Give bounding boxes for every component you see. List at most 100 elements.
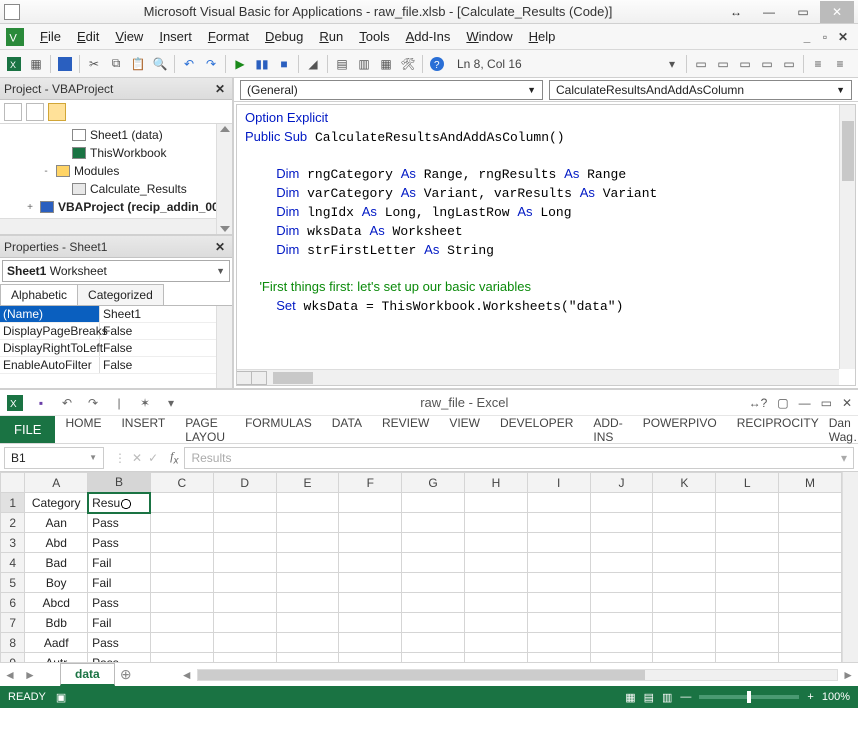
properties-scrollbar-vertical[interactable] — [216, 306, 232, 388]
code-scrollbar-horizontal[interactable] — [237, 369, 839, 385]
cell[interactable] — [213, 653, 276, 663]
ribbon-tab-formulas[interactable]: FORMULAS — [235, 410, 322, 450]
cell[interactable] — [716, 613, 779, 633]
normal-view-icon[interactable]: ▦ — [625, 691, 635, 704]
tree-scrollbar-vertical[interactable] — [216, 124, 232, 234]
cell[interactable] — [653, 633, 716, 653]
tree-expand-icon[interactable]: - — [40, 166, 52, 177]
cancel-icon[interactable]: ✕ — [132, 451, 142, 465]
cell[interactable] — [276, 533, 339, 553]
cell[interactable] — [339, 493, 402, 513]
cell[interactable] — [276, 613, 339, 633]
cell[interactable] — [779, 633, 842, 653]
cell[interactable] — [339, 613, 402, 633]
cell[interactable] — [716, 573, 779, 593]
cell[interactable] — [527, 553, 590, 573]
ribbon-tab-developer[interactable]: DEVELOPER — [490, 410, 583, 450]
cell[interactable]: Bad — [25, 553, 88, 573]
cell[interactable] — [213, 593, 276, 613]
new-sheet-icon[interactable]: ⊕ — [115, 666, 137, 683]
cell[interactable] — [339, 633, 402, 653]
cell[interactable] — [465, 513, 528, 533]
tree-item[interactable]: Calculate_Results — [0, 180, 232, 198]
view-excel-icon[interactable]: X — [4, 54, 24, 74]
cell[interactable] — [527, 533, 590, 553]
cell[interactable] — [590, 533, 653, 553]
cell[interactable] — [779, 573, 842, 593]
sheet-tab-data[interactable]: data — [60, 663, 115, 686]
row-header[interactable]: 3 — [1, 533, 25, 553]
row-header[interactable]: 6 — [1, 593, 25, 613]
property-value[interactable]: False — [100, 357, 232, 373]
enter-icon[interactable]: ✓ — [148, 451, 158, 465]
ribbon-tab-data[interactable]: DATA — [322, 410, 372, 450]
cell[interactable] — [465, 593, 528, 613]
zoom-slider[interactable] — [699, 695, 799, 699]
cell[interactable] — [653, 513, 716, 533]
cell[interactable]: Autr — [25, 653, 88, 663]
property-row[interactable]: DisplayPageBreaksFalse — [0, 323, 232, 340]
cell[interactable] — [527, 493, 590, 513]
menu-view[interactable]: View — [107, 27, 151, 46]
cell[interactable] — [213, 553, 276, 573]
maximize-button[interactable]: ▭ — [786, 1, 820, 23]
cell[interactable] — [402, 553, 465, 573]
row-header[interactable]: 2 — [1, 513, 25, 533]
cell[interactable] — [779, 533, 842, 553]
file-tab[interactable]: FILE — [0, 416, 55, 443]
menu-window[interactable]: Window — [458, 27, 520, 46]
cell[interactable] — [465, 533, 528, 553]
cell[interactable] — [527, 573, 590, 593]
cell[interactable]: Abcd — [25, 593, 88, 613]
ribbon-tab-powerpivo[interactable]: POWERPIVO — [633, 410, 727, 450]
cell[interactable] — [716, 533, 779, 553]
object-combo[interactable]: (General)▼ — [240, 80, 543, 100]
column-header[interactable]: J — [590, 473, 653, 493]
cell[interactable] — [150, 513, 213, 533]
toolbox-icon[interactable]: 🛠 — [398, 54, 418, 74]
column-header[interactable]: E — [276, 473, 339, 493]
cell[interactable]: Pass — [88, 533, 151, 553]
copy-icon[interactable]: ⧉ — [106, 54, 126, 74]
tree-item[interactable]: Sheet1 (data) — [0, 126, 232, 144]
cell[interactable] — [653, 493, 716, 513]
cell[interactable] — [590, 653, 653, 663]
cell[interactable] — [402, 633, 465, 653]
cell[interactable] — [465, 633, 528, 653]
tb-extra-4-icon[interactable]: ▭ — [757, 54, 777, 74]
redo-icon[interactable]: ↷ — [201, 54, 221, 74]
column-header[interactable]: D — [213, 473, 276, 493]
column-header[interactable]: G — [402, 473, 465, 493]
property-value[interactable]: False — [100, 340, 232, 356]
cell[interactable] — [716, 513, 779, 533]
cell[interactable] — [150, 613, 213, 633]
zoom-level[interactable]: 100% — [822, 691, 850, 703]
row-header[interactable]: 8 — [1, 633, 25, 653]
cell[interactable] — [339, 513, 402, 533]
object-browser-icon[interactable]: ▦ — [376, 54, 396, 74]
cell[interactable] — [276, 513, 339, 533]
cell[interactable] — [465, 613, 528, 633]
cell[interactable] — [276, 493, 339, 513]
cell[interactable] — [402, 593, 465, 613]
row-header[interactable]: 1 — [1, 493, 25, 513]
tb-indent-icon[interactable]: ≡ — [808, 54, 828, 74]
cell[interactable] — [276, 653, 339, 663]
column-header[interactable]: C — [150, 473, 213, 493]
cut-icon[interactable]: ✂ — [84, 54, 104, 74]
property-row[interactable]: DisplayRightToLeftFalse — [0, 340, 232, 357]
property-row[interactable]: (Name)Sheet1 — [0, 306, 232, 323]
minimize-button[interactable]: — — [752, 1, 786, 23]
mdi-minimize-button[interactable]: _ — [800, 30, 814, 44]
cell[interactable] — [402, 533, 465, 553]
procedure-combo[interactable]: CalculateResultsAndAddAsColumn▼ — [549, 80, 852, 100]
tb-extra-1-icon[interactable]: ▭ — [691, 54, 711, 74]
zoom-out-icon[interactable]: — — [680, 691, 691, 703]
cell[interactable] — [465, 653, 528, 663]
row-header[interactable]: 9 — [1, 653, 25, 663]
cell[interactable] — [653, 613, 716, 633]
cell[interactable] — [276, 593, 339, 613]
find-icon[interactable]: 🔍 — [150, 54, 170, 74]
column-header[interactable]: L — [716, 473, 779, 493]
properties-close-icon[interactable]: ✕ — [212, 240, 228, 254]
